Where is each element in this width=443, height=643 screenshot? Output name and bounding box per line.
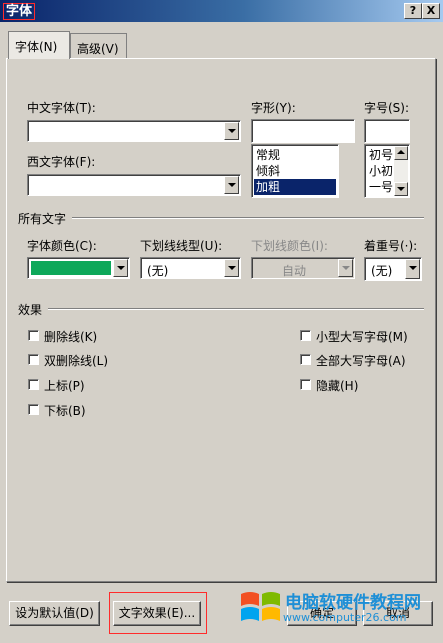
list-item[interactable]: 倾斜 — [254, 163, 336, 179]
font-color-combobox[interactable] — [27, 257, 130, 279]
font-style-input[interactable] — [251, 119, 355, 143]
font-style-label: 字形(Y): — [251, 101, 296, 115]
font-color-swatch — [31, 261, 111, 275]
watermark-title: 电脑软硬件教程网 — [285, 593, 421, 613]
underline-style-label: 下划线线型(U): — [140, 239, 223, 253]
site-watermark: 电脑软硬件教程网 www.computer26.com — [237, 580, 443, 636]
effects-group-label: 效果 — [18, 303, 43, 317]
underline-color-label: 下划线颜色(I): — [251, 239, 328, 253]
close-button[interactable]: X — [422, 3, 440, 19]
chevron-down-icon[interactable] — [405, 259, 420, 279]
western-font-label: 西文字体(F): — [27, 155, 96, 169]
list-item[interactable]: 一号 — [367, 179, 393, 195]
strikethrough-label[interactable]: 删除线(K) — [44, 328, 97, 345]
set-default-button[interactable]: 设为默认值(D) — [9, 601, 100, 626]
double-strikethrough-checkbox[interactable] — [28, 354, 39, 365]
superscript-checkbox[interactable] — [28, 379, 39, 390]
scroll-down-icon[interactable] — [397, 187, 405, 191]
font-size-list[interactable]: 初号 小初 一号 — [364, 144, 410, 198]
double-strikethrough-label[interactable]: 双删除线(L) — [44, 352, 108, 369]
hidden-checkbox[interactable] — [300, 379, 311, 390]
emphasis-mark-value: (无) — [371, 264, 393, 278]
emphasis-mark-label: 着重号(·): — [364, 239, 418, 253]
chevron-down-icon[interactable] — [224, 122, 239, 140]
small-caps-label[interactable]: 小型大写字母(M) — [316, 328, 408, 345]
window-title: 字体 — [3, 3, 36, 20]
underline-color-combobox: 自动 — [251, 257, 355, 279]
list-item[interactable]: 小初 — [367, 163, 393, 179]
chevron-down-icon[interactable] — [224, 259, 239, 277]
group-divider — [48, 308, 424, 310]
list-item[interactable]: 加粗 — [254, 179, 336, 195]
close-icon: X — [426, 4, 436, 17]
hidden-label[interactable]: 隐藏(H) — [316, 377, 358, 394]
tab-advanced[interactable]: 高级(V) — [70, 33, 127, 58]
all-caps-checkbox[interactable] — [300, 354, 311, 365]
tab-advanced-label: 高级(V) — [77, 42, 119, 56]
superscript-label[interactable]: 上标(P) — [44, 377, 85, 394]
scroll-up-icon[interactable] — [397, 150, 405, 154]
tab-font-label: 字体(N) — [15, 40, 58, 54]
chevron-down-icon — [338, 259, 353, 277]
strikethrough-checkbox[interactable] — [28, 330, 39, 341]
chevron-down-icon[interactable] — [224, 176, 239, 194]
chinese-font-combobox[interactable] — [27, 120, 241, 142]
subscript-label[interactable]: 下标(B) — [44, 402, 86, 419]
watermark-url: www.computer26.com — [283, 611, 407, 624]
font-size-label: 字号(S): — [364, 101, 410, 115]
list-item[interactable]: 初号 — [367, 147, 393, 163]
all-text-group-label: 所有文字 — [18, 212, 67, 226]
emphasis-mark-combobox[interactable]: (无) — [364, 257, 422, 281]
list-item[interactable]: 常规 — [254, 147, 336, 163]
font-size-scrollbar[interactable] — [394, 146, 408, 196]
chinese-font-label: 中文字体(T): — [27, 101, 96, 115]
tab-font[interactable]: 字体(N) — [8, 31, 70, 59]
underline-style-combobox[interactable]: (无) — [140, 257, 241, 279]
font-style-list[interactable]: 常规 倾斜 加粗 — [251, 144, 339, 198]
subscript-checkbox[interactable] — [28, 404, 39, 415]
text-effects-button[interactable]: 文字效果(E)... — [113, 601, 201, 626]
underline-color-value: 自动 — [282, 264, 307, 278]
western-font-combobox[interactable] — [27, 174, 241, 196]
small-caps-checkbox[interactable] — [300, 330, 311, 341]
underline-style-value: (无) — [147, 264, 169, 278]
title-bar[interactable]: 字体 ? X — [0, 0, 443, 22]
help-button[interactable]: ? — [404, 3, 422, 19]
windows-logo-icon — [241, 592, 280, 621]
font-size-input[interactable] — [364, 119, 410, 143]
all-caps-label[interactable]: 全部大写字母(A) — [316, 352, 406, 369]
font-color-label: 字体颜色(C): — [27, 239, 97, 253]
group-divider — [72, 217, 424, 219]
chevron-down-icon[interactable] — [113, 259, 128, 277]
